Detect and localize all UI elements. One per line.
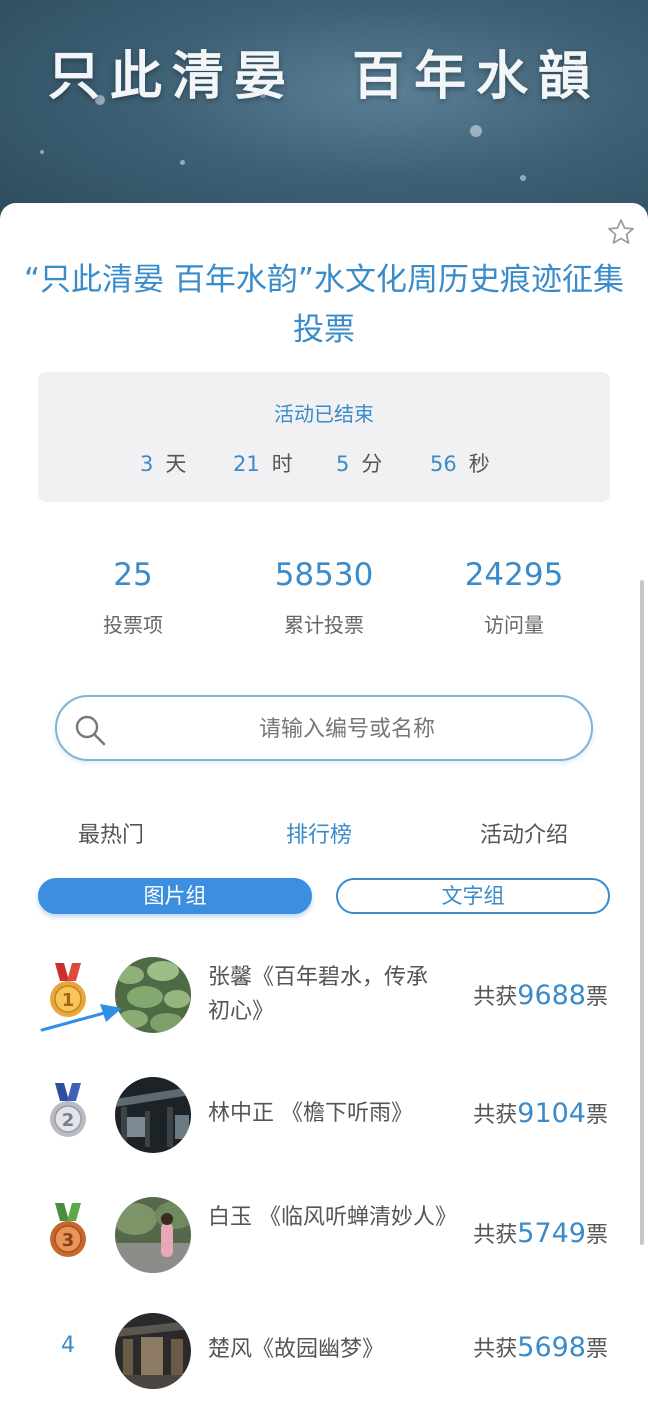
water-splash [40, 150, 44, 154]
stat-visits: 24295 访问量 [464, 557, 564, 637]
avatar [115, 1197, 191, 1273]
tab-bar: 最热门 排行榜 活动介绍 [0, 817, 648, 857]
scrollbar[interactable] [640, 580, 644, 1245]
water-splash [520, 175, 526, 181]
entry-name: 白玉 《临风听蝉清妙人》 [208, 1205, 457, 1230]
search-box[interactable] [55, 695, 593, 761]
avatar [115, 1077, 191, 1153]
entry-name: 张馨《百年碧水，传承初心》 [208, 965, 429, 1024]
star-icon[interactable] [606, 217, 636, 247]
vote-count: 共获5698票 [473, 1332, 608, 1363]
activity-status: 活动已结束 [274, 402, 374, 426]
silver-medal-icon: 2 [50, 1083, 86, 1137]
entry-name: 林中正 《檐下听雨》 [208, 1101, 413, 1126]
ranking-row[interactable]: 2 林中正 《檐下听雨》 共获9104票 [0, 1063, 648, 1163]
countdown-timer: 3天 21 时 5分 56 秒 [38, 448, 610, 478]
entry-name: 楚风《故园幽梦》 [208, 1337, 385, 1362]
stats-bar: 25 投票项 58530 累计投票 24295 访问量 [0, 553, 648, 653]
vote-count: 共获9688票 [473, 980, 608, 1011]
ranking-row[interactable]: 4 楚风《故园幽梦》 共获5698票 [0, 1301, 648, 1401]
banner: 只此清晏 百年水韻 [0, 0, 648, 230]
ranking-row[interactable]: 3 白玉 《临风听蝉清妙人》 共获5749票 [0, 1183, 648, 1283]
svg-text:2: 2 [62, 1110, 75, 1131]
countdown-panel: 活动已结束 3天 21 时 5分 56 秒 [38, 372, 610, 502]
water-splash [470, 125, 482, 137]
vote-count: 共获9104票 [473, 1098, 608, 1129]
countdown-seconds: 56 秒 [430, 452, 490, 476]
page-title: “只此清晏 百年水韵”水文化周历史痕迹征集投票 [24, 262, 624, 348]
countdown-hours: 21 时 [233, 452, 293, 476]
group-picture-button[interactable]: 图片组 [38, 878, 312, 914]
countdown-minutes: 5分 [336, 452, 383, 476]
tab-activity-intro[interactable]: 活动介绍 [480, 817, 568, 849]
content-card: “只此清晏 百年水韵”水文化周历史痕迹征集投票 活动已结束 3天 21 时 5分 … [0, 203, 648, 1425]
tab-ranking[interactable]: 排行榜 [286, 817, 352, 849]
svg-text:3: 3 [62, 1230, 75, 1251]
tab-hottest[interactable]: 最热门 [78, 817, 144, 849]
vote-count: 共获5749票 [473, 1218, 608, 1249]
search-input[interactable] [127, 707, 567, 751]
search-icon [75, 715, 106, 746]
stat-vote-items: 25 投票项 [103, 557, 163, 637]
group-text-button[interactable]: 文字组 [336, 878, 610, 914]
rank-number: 4 [61, 1333, 75, 1358]
water-splash [180, 160, 185, 165]
banner-title: 只此清晏 百年水韻 [47, 46, 601, 107]
avatar [115, 1313, 191, 1389]
countdown-days: 3天 [140, 452, 187, 476]
pointer-arrow-icon [40, 1004, 122, 1032]
stat-total-votes: 58530 累计投票 [274, 557, 374, 637]
bronze-medal-icon: 3 [50, 1203, 86, 1257]
